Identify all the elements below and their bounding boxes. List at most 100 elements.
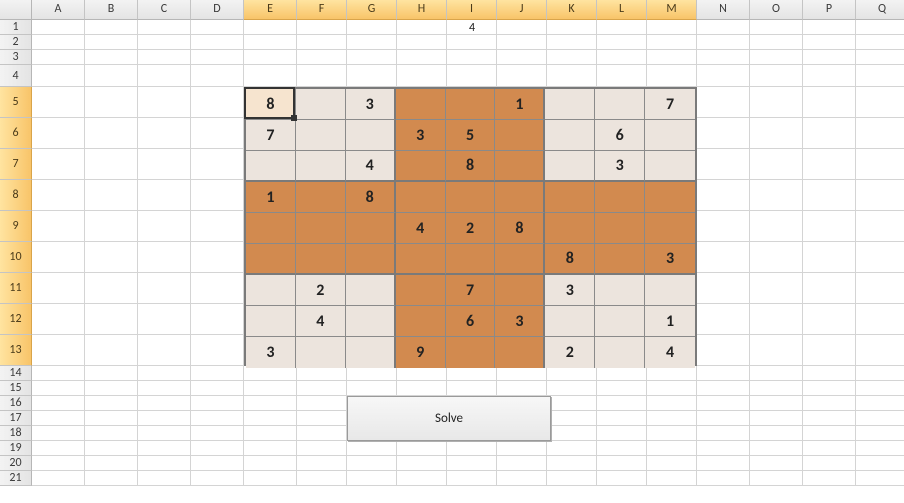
sudoku-cell-r4-c3[interactable]: 8 xyxy=(346,182,396,213)
sudoku-cell-r2-c5[interactable]: 5 xyxy=(446,120,496,151)
sudoku-cell-r7-c4[interactable] xyxy=(396,275,446,306)
column-header-K[interactable]: K xyxy=(547,0,597,20)
cell-A2[interactable] xyxy=(32,35,85,50)
row-header-16[interactable]: 16 xyxy=(0,396,32,411)
cell-B17[interactable] xyxy=(85,411,138,426)
sudoku-cell-r5-c1[interactable] xyxy=(246,213,296,244)
cell-Q20[interactable] xyxy=(856,456,904,471)
cell-C3[interactable] xyxy=(138,50,191,65)
cell-O11[interactable] xyxy=(750,273,803,304)
cell-N11[interactable] xyxy=(697,273,750,304)
cell-F18[interactable] xyxy=(297,426,347,441)
cell-P12[interactable] xyxy=(803,304,856,335)
cell-N15[interactable] xyxy=(697,381,750,396)
cell-M14[interactable] xyxy=(647,366,697,381)
cell-C12[interactable] xyxy=(138,304,191,335)
cell-K3[interactable] xyxy=(547,50,597,65)
sudoku-cell-r1-c8[interactable] xyxy=(595,89,645,120)
cell-A18[interactable] xyxy=(32,426,85,441)
cell-A11[interactable] xyxy=(32,273,85,304)
cell-K17[interactable] xyxy=(547,411,597,426)
cell-H4[interactable] xyxy=(397,65,447,87)
column-header-E[interactable]: E xyxy=(244,0,297,20)
cell-E4[interactable] xyxy=(244,65,297,87)
cell-M16[interactable] xyxy=(647,396,697,411)
sudoku-cell-r3-c4[interactable] xyxy=(396,151,446,182)
cell-E16[interactable] xyxy=(244,396,297,411)
cell-L18[interactable] xyxy=(597,426,647,441)
cell-D21[interactable] xyxy=(191,471,244,486)
cell-O10[interactable] xyxy=(750,242,803,273)
column-header-L[interactable]: L xyxy=(597,0,647,20)
cell-E17[interactable] xyxy=(244,411,297,426)
cell-E19[interactable] xyxy=(244,441,297,456)
cell-M4[interactable] xyxy=(647,65,697,87)
cell-P17[interactable] xyxy=(803,411,856,426)
cell-F17[interactable] xyxy=(297,411,347,426)
cell-B8[interactable] xyxy=(85,180,138,211)
cell-D3[interactable] xyxy=(191,50,244,65)
cell-C2[interactable] xyxy=(138,35,191,50)
cell-Q5[interactable] xyxy=(856,87,904,118)
sudoku-cell-r4-c9[interactable] xyxy=(645,182,695,213)
sudoku-cell-r7-c9[interactable] xyxy=(645,275,695,306)
cell-I21[interactable] xyxy=(447,471,497,486)
cell-N3[interactable] xyxy=(697,50,750,65)
cell-C14[interactable] xyxy=(138,366,191,381)
row-header-13[interactable]: 13 xyxy=(0,335,32,366)
cell-O6[interactable] xyxy=(750,118,803,149)
cell-P9[interactable] xyxy=(803,211,856,242)
cell-D9[interactable] xyxy=(191,211,244,242)
cell-C8[interactable] xyxy=(138,180,191,211)
cell-F19[interactable] xyxy=(297,441,347,456)
cell-O18[interactable] xyxy=(750,426,803,441)
cell-K18[interactable] xyxy=(547,426,597,441)
cell-D17[interactable] xyxy=(191,411,244,426)
sudoku-cell-r9-c2[interactable] xyxy=(296,337,346,368)
sudoku-cell-r7-c3[interactable] xyxy=(346,275,396,306)
sudoku-cell-r5-c9[interactable] xyxy=(645,213,695,244)
cell-B12[interactable] xyxy=(85,304,138,335)
cell-N13[interactable] xyxy=(697,335,750,366)
cell-O12[interactable] xyxy=(750,304,803,335)
sudoku-cell-r6-c1[interactable] xyxy=(246,244,296,275)
cell-N14[interactable] xyxy=(697,366,750,381)
cell-B18[interactable] xyxy=(85,426,138,441)
cell-E21[interactable] xyxy=(244,471,297,486)
sudoku-cell-r9-c8[interactable] xyxy=(595,337,645,368)
cell-E3[interactable] xyxy=(244,50,297,65)
cell-P19[interactable] xyxy=(803,441,856,456)
cell-J1[interactable] xyxy=(497,20,547,35)
row-header-15[interactable]: 15 xyxy=(0,381,32,396)
column-header-H[interactable]: H xyxy=(397,0,447,20)
cell-O16[interactable] xyxy=(750,396,803,411)
sudoku-cell-r7-c1[interactable] xyxy=(246,275,296,306)
cell-Q12[interactable] xyxy=(856,304,904,335)
sudoku-cell-r3-c6[interactable] xyxy=(495,151,545,182)
sudoku-cell-r5-c7[interactable] xyxy=(545,213,595,244)
cell-P7[interactable] xyxy=(803,149,856,180)
cell-A4[interactable] xyxy=(32,65,85,87)
cell-G19[interactable] xyxy=(347,441,397,456)
cell-A12[interactable] xyxy=(32,304,85,335)
sudoku-cell-r3-c5[interactable]: 8 xyxy=(446,151,496,182)
cell-I2[interactable] xyxy=(447,35,497,50)
cell-B15[interactable] xyxy=(85,381,138,396)
cell-B11[interactable] xyxy=(85,273,138,304)
sudoku-cell-r8-c9[interactable]: 1 xyxy=(645,306,695,337)
cell-Q18[interactable] xyxy=(856,426,904,441)
column-header-F[interactable]: F xyxy=(297,0,347,20)
cell-B3[interactable] xyxy=(85,50,138,65)
cell-C17[interactable] xyxy=(138,411,191,426)
cell-F3[interactable] xyxy=(297,50,347,65)
cell-Q15[interactable] xyxy=(856,381,904,396)
cell-I15[interactable] xyxy=(447,381,497,396)
cell-L17[interactable] xyxy=(597,411,647,426)
cell-J4[interactable] xyxy=(497,65,547,87)
cell-B14[interactable] xyxy=(85,366,138,381)
cell-Q8[interactable] xyxy=(856,180,904,211)
cell-A19[interactable] xyxy=(32,441,85,456)
cell-N17[interactable] xyxy=(697,411,750,426)
cell-Q16[interactable] xyxy=(856,396,904,411)
sudoku-cell-r2-c7[interactable] xyxy=(545,120,595,151)
